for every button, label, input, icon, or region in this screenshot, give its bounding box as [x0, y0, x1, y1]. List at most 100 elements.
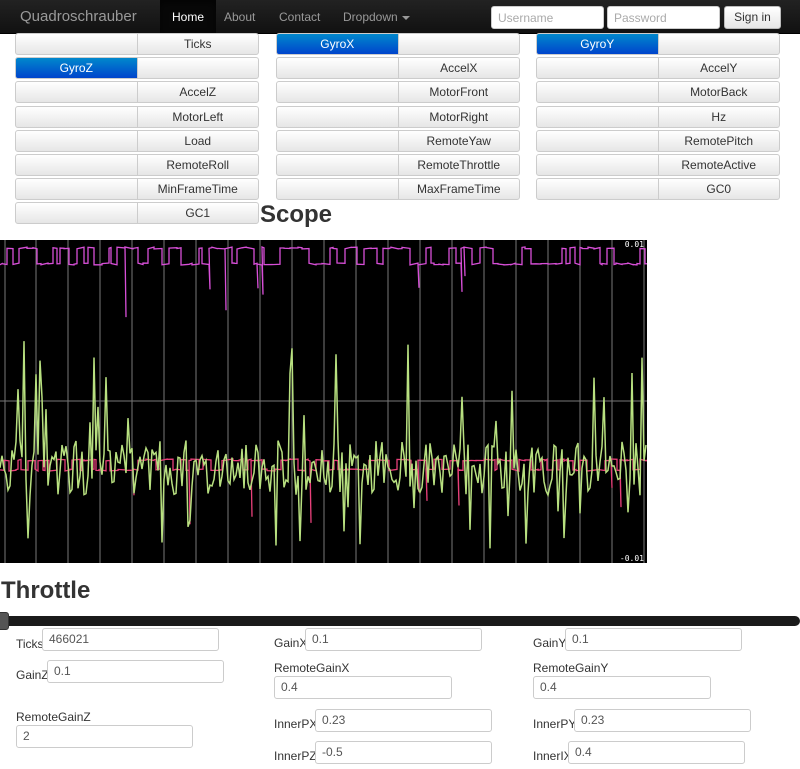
innerpz-field[interactable]: -0.5 [315, 741, 492, 764]
scope-trace-green [0, 341, 647, 549]
channel-remotethrottle[interactable]: RemoteThrottle [399, 155, 520, 175]
nav-home[interactable]: Home [160, 0, 217, 34]
channel-toggle[interactable] [16, 34, 138, 54]
channel-row: Ticks [15, 33, 259, 55]
channel-toggle[interactable] [277, 179, 399, 200]
brand[interactable]: Quadroschrauber [20, 8, 137, 25]
channel-row: MotorRight [276, 105, 520, 128]
channel-accelz[interactable]: AccelZ [138, 82, 259, 102]
channel-remotepitch[interactable]: RemotePitch [659, 131, 780, 151]
channel-motorright[interactable]: MotorRight [399, 107, 520, 127]
remotegainz-field[interactable]: 2 [16, 725, 193, 748]
channel-toggle[interactable] [16, 106, 138, 127]
channel-toggle[interactable] [537, 82, 659, 103]
channel-toggle[interactable] [537, 179, 659, 200]
channel-accelx[interactable]: AccelX [399, 58, 520, 78]
channel-row: RemoteRoll [15, 153, 259, 176]
channel-gc1[interactable]: GC1 [138, 203, 259, 223]
channel-toggle[interactable] [277, 58, 399, 79]
scope-max-label: 0.01 [625, 240, 644, 249]
innerpz-label: InnerPZ [274, 749, 317, 763]
channel-remoteactive[interactable]: RemoteActive [659, 155, 780, 175]
innerpy-label: InnerPY [533, 717, 577, 731]
nav-about[interactable]: About [212, 0, 267, 34]
channel-toggle[interactable] [277, 106, 399, 127]
gainz-field[interactable]: 0.1 [47, 660, 224, 683]
throttle-slider-handle[interactable] [0, 612, 9, 630]
channel-row: AccelZ [15, 81, 259, 104]
channel-motorleft[interactable]: MotorLeft [138, 107, 259, 127]
channel-row: MotorLeft [15, 105, 259, 128]
channel-toggle[interactable] [16, 179, 138, 200]
channel-row: GyroY [536, 33, 780, 55]
scope-heading: Scope [260, 201, 333, 228]
gainx-field[interactable]: 0.1 [305, 628, 482, 651]
innerix-label: InnerIX [533, 749, 572, 763]
remotegainx-label: RemoteGainX [274, 661, 350, 675]
username-input[interactable] [491, 6, 604, 29]
nav-contact[interactable]: Contact [267, 0, 332, 34]
channel-motorback[interactable]: MotorBack [659, 82, 780, 102]
channel-maxframetime[interactable]: MaxFrameTime [399, 179, 520, 199]
password-input[interactable] [607, 6, 720, 29]
channel-row: AccelX [276, 57, 520, 80]
channel-toggle[interactable] [537, 106, 659, 127]
channel-row: RemoteThrottle [276, 153, 520, 176]
ticks-label: Ticks [16, 637, 44, 651]
channel-remoteroll[interactable]: RemoteRoll [138, 155, 259, 175]
channel-toggle[interactable] [277, 130, 399, 151]
channel-row: RemoteYaw [276, 129, 520, 152]
ticks-field[interactable]: 466021 [42, 628, 219, 651]
channel-row: RemoteActive [536, 153, 780, 176]
channel-toggle[interactable] [16, 154, 138, 175]
throttle-slider-track[interactable] [0, 616, 800, 626]
channel-row: Hz [536, 105, 780, 128]
channel-load[interactable]: Load [138, 131, 259, 151]
gainz-label: GainZ [16, 668, 49, 682]
scope-canvas[interactable]: 0.01 -0.01 [0, 240, 647, 563]
gainy-field[interactable]: 0.1 [565, 628, 742, 651]
channel-motorfront[interactable]: MotorFront [399, 82, 520, 102]
nav-dropdown[interactable]: Dropdown [331, 0, 422, 34]
sign-in-button[interactable]: Sign in [724, 6, 781, 29]
channel-toggle[interactable] [277, 154, 399, 175]
channel-row: Load [15, 129, 259, 152]
scope-min-label: -0.01 [620, 554, 644, 563]
channel-gyroz[interactable]: GyroZ [16, 58, 138, 79]
channel-row: MotorFront [276, 81, 520, 104]
channel-row: MaxFrameTime [276, 178, 520, 201]
remotegainz-label: RemoteGainZ [16, 710, 91, 724]
channel-row: GyroX [276, 33, 520, 55]
remotegainy-field[interactable]: 0.4 [533, 676, 711, 699]
remotegainx-field[interactable]: 0.4 [274, 676, 452, 699]
channel-toggle[interactable] [399, 34, 520, 54]
channel-hz[interactable]: Hz [659, 107, 780, 127]
innerpx-field[interactable]: 0.23 [315, 709, 492, 732]
channel-toggle[interactable] [537, 130, 659, 151]
channel-group-3: GyroY AccelY MotorBack Hz RemotePitch Re… [536, 33, 780, 202]
channel-ticks[interactable]: Ticks [138, 34, 259, 54]
channel-gyroy[interactable]: GyroY [537, 34, 659, 54]
channel-remoteyaw[interactable]: RemoteYaw [399, 131, 520, 151]
channel-toggle[interactable] [16, 203, 138, 224]
navbar: Quadroschrauber Home About Contact Dropd… [0, 0, 800, 34]
channel-group-2: GyroX AccelX MotorFront MotorRight Remot… [276, 33, 520, 202]
channel-toggle[interactable] [537, 58, 659, 79]
gainy-label: GainY [533, 636, 567, 650]
channel-row: GC0 [536, 178, 780, 201]
channel-toggle[interactable] [138, 58, 259, 78]
channel-toggle[interactable] [537, 154, 659, 175]
channel-row: GC1 [15, 202, 259, 225]
channel-accely[interactable]: AccelY [659, 58, 780, 78]
channel-toggle[interactable] [16, 130, 138, 151]
remotegainy-label: RemoteGainY [533, 661, 609, 675]
channel-toggle[interactable] [277, 82, 399, 103]
channel-toggle[interactable] [659, 34, 780, 54]
innerix-field[interactable]: 0.4 [568, 741, 745, 764]
channel-minframetime[interactable]: MinFrameTime [138, 179, 259, 199]
channel-toggle[interactable] [16, 82, 138, 103]
throttle-heading: Throttle [1, 577, 91, 604]
innerpy-field[interactable]: 0.23 [574, 709, 751, 732]
channel-gc0[interactable]: GC0 [659, 179, 780, 199]
channel-gyrox[interactable]: GyroX [277, 34, 399, 54]
